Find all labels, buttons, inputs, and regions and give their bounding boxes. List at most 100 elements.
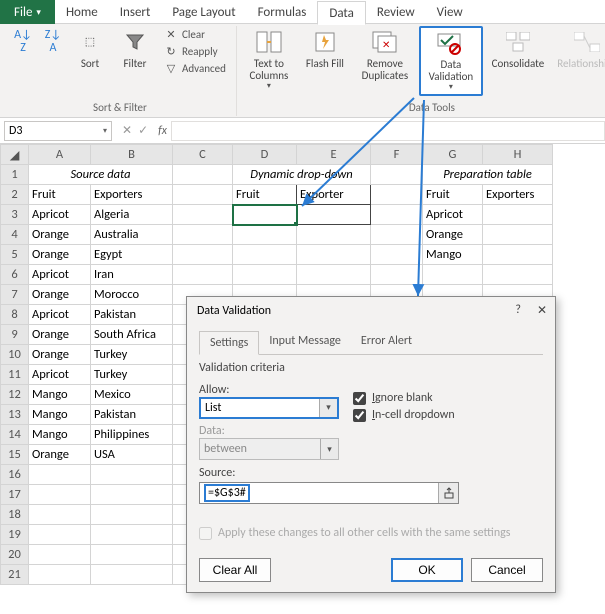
chevron-down-icon: ▾ <box>36 7 41 18</box>
row-header[interactable]: 20 <box>1 545 29 565</box>
cell[interactable]: Exporter <box>297 185 371 205</box>
tab-data[interactable]: Data <box>317 1 366 25</box>
row-header[interactable]: 19 <box>1 525 29 545</box>
ribbon: A↓Z Z↓A ⬚Sort Filter ✕Clear ↻Reapply ▽Ad… <box>0 24 605 118</box>
tab-page-layout[interactable]: Page Layout <box>161 0 246 24</box>
row-header[interactable]: 1 <box>1 165 29 185</box>
enter-formula-icon[interactable]: ✓ <box>138 123 148 138</box>
text-to-columns-button[interactable]: Text to Columns▾ <box>243 26 295 96</box>
tab-error-alert[interactable]: Error Alert <box>351 330 422 354</box>
close-button[interactable]: ✕ <box>537 303 547 318</box>
col-header[interactable]: F <box>371 145 423 165</box>
formula-bar[interactable] <box>171 121 605 141</box>
col-header[interactable]: H <box>483 145 553 165</box>
reapply-button[interactable]: ↻Reapply <box>160 43 230 59</box>
row-header[interactable]: 21 <box>1 565 29 585</box>
flash-fill-button[interactable]: Flash Fill <box>299 26 351 96</box>
group-label: Data Tools <box>409 100 455 116</box>
active-cell[interactable] <box>233 205 297 225</box>
consolidate-button[interactable]: Consolidate <box>487 26 549 96</box>
help-button[interactable]: ? <box>515 303 521 318</box>
row-header[interactable]: 11 <box>1 365 29 385</box>
range-picker-icon[interactable] <box>438 483 458 503</box>
cell[interactable]: Exporters <box>483 185 553 205</box>
incell-dropdown-checkbox[interactable]: In-cell dropdown <box>353 408 455 422</box>
name-box[interactable]: D3▾ <box>4 121 112 141</box>
fx-icon[interactable]: fx <box>154 124 171 138</box>
row-header[interactable]: 15 <box>1 445 29 465</box>
data-label: Data: <box>199 424 543 438</box>
data-validation-button[interactable]: Data Validation▾ <box>419 26 483 96</box>
relationships-button[interactable]: Relationships <box>553 26 605 96</box>
cell[interactable]: Apricot <box>423 205 483 225</box>
row-header[interactable]: 13 <box>1 405 29 425</box>
cell[interactable]: Fruit <box>423 185 483 205</box>
tab-formulas[interactable]: Formulas <box>247 0 318 24</box>
col-header[interactable]: D <box>233 145 297 165</box>
tab-file[interactable]: File▾ <box>0 0 55 24</box>
tab-input-message[interactable]: Input Message <box>259 330 351 354</box>
cell[interactable]: Exporters <box>91 185 173 205</box>
ribbon-tabs: File▾ Home Insert Page Layout Formulas D… <box>0 0 605 24</box>
tab-review[interactable]: Review <box>366 0 426 24</box>
cell[interactable]: Apricot <box>29 205 91 225</box>
tab-insert[interactable]: Insert <box>109 0 162 24</box>
row-header[interactable]: 7 <box>1 285 29 305</box>
chevron-down-icon: ▾ <box>103 126 107 136</box>
row-header[interactable]: 6 <box>1 265 29 285</box>
source-input[interactable]: =$G$3# <box>199 482 459 504</box>
row-header[interactable]: 4 <box>1 225 29 245</box>
cell[interactable]: Fruit <box>29 185 91 205</box>
row-header[interactable]: 14 <box>1 425 29 445</box>
col-header[interactable]: A <box>29 145 91 165</box>
col-header[interactable]: C <box>173 145 233 165</box>
data-validation-icon <box>437 30 465 57</box>
cell[interactable] <box>297 205 371 225</box>
col-header[interactable]: G <box>423 145 483 165</box>
tab-settings[interactable]: Settings <box>199 331 259 355</box>
cancel-button[interactable]: Cancel <box>471 558 543 582</box>
row-header[interactable]: 2 <box>1 185 29 205</box>
allow-label: Allow: <box>199 383 339 397</box>
row-header[interactable]: 8 <box>1 305 29 325</box>
apply-all-label: Apply these changes to all other cells w… <box>218 526 510 540</box>
source-label: Source: <box>199 466 543 480</box>
clear-button[interactable]: ✕Clear <box>160 26 230 42</box>
cell[interactable]: Preparation table <box>423 165 553 185</box>
row-header[interactable]: 17 <box>1 485 29 505</box>
sort-za-button[interactable]: Z↓A <box>40 26 66 96</box>
svg-text:✕: ✕ <box>382 38 390 51</box>
ignore-blank-checkbox[interactable]: IIgnore blankgnore blank <box>353 391 455 405</box>
row-header[interactable]: 18 <box>1 505 29 525</box>
select-all[interactable]: ◢ <box>1 145 29 165</box>
cell[interactable]: Fruit <box>233 185 297 205</box>
col-header[interactable]: E <box>297 145 371 165</box>
row-header[interactable]: 16 <box>1 465 29 485</box>
section-label: Validation criteria <box>199 361 543 375</box>
tab-home[interactable]: Home <box>55 0 109 24</box>
relationships-icon <box>573 28 601 56</box>
advanced-icon: ▽ <box>164 61 178 75</box>
cell[interactable]: Dynamic drop-down <box>233 165 371 185</box>
row-header[interactable]: 10 <box>1 345 29 365</box>
row-header[interactable]: 3 <box>1 205 29 225</box>
sort-button[interactable]: ⬚Sort <box>70 26 110 96</box>
clear-all-button[interactable]: Clear All <box>199 558 271 582</box>
cancel-formula-icon[interactable]: ✕ <box>122 123 132 138</box>
row-header[interactable]: 5 <box>1 245 29 265</box>
remove-duplicates-button[interactable]: ✕Remove Duplicates <box>355 26 415 96</box>
cell[interactable]: Source data <box>29 165 173 185</box>
formula-bar-row: D3▾ ✕ ✓ fx <box>0 118 605 144</box>
row-header[interactable]: 12 <box>1 385 29 405</box>
allow-combo[interactable]: List▾ <box>199 397 339 419</box>
tab-view[interactable]: View <box>426 0 474 24</box>
cell[interactable]: Algeria <box>91 205 173 225</box>
filter-button[interactable]: Filter <box>114 26 156 96</box>
ok-button[interactable]: OK <box>391 558 463 582</box>
flash-fill-icon <box>311 28 339 56</box>
sort-az-button[interactable]: A↓Z <box>10 26 36 96</box>
row-header[interactable]: 9 <box>1 325 29 345</box>
chevron-down-icon: ▾ <box>320 439 338 459</box>
col-header[interactable]: B <box>91 145 173 165</box>
advanced-button[interactable]: ▽Advanced <box>160 60 230 76</box>
